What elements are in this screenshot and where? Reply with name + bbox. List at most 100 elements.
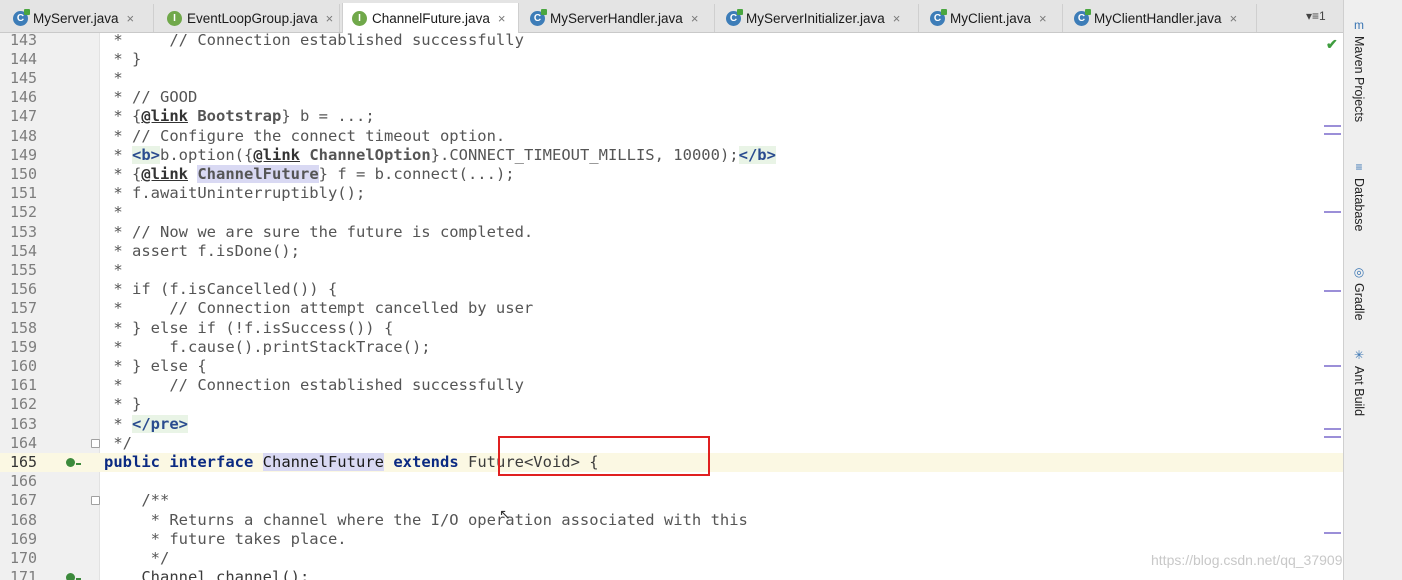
code-line[interactable]: 145 * xyxy=(0,69,1343,88)
fold-toggle-icon[interactable] xyxy=(91,438,100,448)
tab-label: MyServerHandler.java xyxy=(550,10,683,26)
code-line[interactable]: 150 * {@link ChannelFuture} f = b.connec… xyxy=(0,164,1343,184)
scroll-marker xyxy=(1324,365,1341,367)
line-number: 145 xyxy=(10,68,38,87)
code-line[interactable]: 169 * future takes place. xyxy=(0,530,1343,549)
line-number: 157 xyxy=(10,299,38,318)
line-number: 150 xyxy=(10,164,38,183)
close-icon[interactable]: × xyxy=(127,11,135,26)
code-text: * // Configure the connect timeout optio… xyxy=(104,126,506,145)
tool-window-gradle[interactable]: ◎ Gradle xyxy=(1348,265,1370,321)
line-number: 167 xyxy=(10,491,38,510)
interface-icon: I xyxy=(167,10,182,26)
close-icon[interactable]: × xyxy=(1039,11,1047,26)
code-line[interactable]: 171 Channel channel(); xyxy=(0,568,1343,580)
code-text: * f.awaitUninterruptibly(); xyxy=(104,184,366,203)
implemented-marker-icon[interactable] xyxy=(66,573,81,580)
code-text: * } xyxy=(104,49,142,68)
line-number: 147 xyxy=(10,107,38,126)
code-line[interactable]: 147 * {@link Bootstrap} b = ...; xyxy=(0,107,1343,126)
code-editor[interactable]: 143 * // Connection established successf… xyxy=(0,33,1343,580)
code-text: * xyxy=(104,260,123,279)
class-icon: C xyxy=(726,8,743,26)
code-text: Channel channel(); xyxy=(104,568,310,580)
code-text: */ xyxy=(104,548,170,567)
line-number: 163 xyxy=(10,414,38,433)
code-text: * {@link Bootstrap} b = ...; xyxy=(104,107,375,126)
implemented-marker-icon[interactable] xyxy=(66,457,81,467)
line-number: 148 xyxy=(10,126,38,145)
tool-window-label: Ant Build xyxy=(1352,366,1366,417)
code-text: * {@link ChannelFuture} f = b.connect(..… xyxy=(104,164,515,183)
tab-myserverinitializer[interactable]: C MyServerInitializer.java × xyxy=(717,4,919,32)
code-line[interactable]: 158 * } else if (!f.isSuccess()) { xyxy=(0,319,1343,338)
annotation-highlight-box xyxy=(498,436,710,476)
line-number: 160 xyxy=(10,356,38,375)
tool-window-maven-projects[interactable]: m Maven Projects xyxy=(1348,18,1370,122)
code-line[interactable]: 170 */ xyxy=(0,549,1343,568)
code-line[interactable]: 148 * // Configure the connect timeout o… xyxy=(0,127,1343,146)
code-line[interactable]: 152 * xyxy=(0,203,1343,222)
line-number: 171 xyxy=(10,568,38,580)
code-line[interactable]: 157 * // Connection attempt cancelled by… xyxy=(0,299,1343,318)
code-line[interactable]: 163 * </pre> xyxy=(0,414,1343,434)
tab-myserverhandler[interactable]: C MyServerHandler.java × xyxy=(521,4,715,32)
line-number: 151 xyxy=(10,184,38,203)
close-icon[interactable]: × xyxy=(326,11,334,26)
scroll-marker xyxy=(1324,436,1341,438)
code-line[interactable]: 149 * <b>b.option({@link ChannelOption}.… xyxy=(0,145,1343,165)
code-line[interactable]: 162 * } xyxy=(0,395,1343,414)
tool-window-strip: m Maven Projects ≡ Database ◎ Gradle ✳ Ant Buil… xyxy=(1343,0,1402,580)
database-icon: ≡ xyxy=(1355,160,1363,174)
code-line[interactable]: 167 /** xyxy=(0,491,1343,510)
line-number: 165 xyxy=(10,452,38,471)
code-text: * xyxy=(104,203,123,222)
code-line[interactable]: 143 * // Connection established successf… xyxy=(0,33,1343,50)
code-line[interactable]: 155 * xyxy=(0,261,1343,280)
inspection-ok-icon: ✔ xyxy=(1326,36,1338,52)
tab-channelfuture[interactable]: I ChannelFuture.java × xyxy=(342,3,519,33)
editor-tab-bar: C MyServer.java × I EventLoopGroup.java × I Cha… xyxy=(0,0,1343,33)
code-line[interactable]: 161 * // Connection established successf… xyxy=(0,376,1343,395)
code-line[interactable]: 160 * } else { xyxy=(0,357,1343,376)
tool-window-label: Database xyxy=(1352,178,1366,232)
line-number: 159 xyxy=(10,337,38,356)
tool-window-database[interactable]: ≡ Database xyxy=(1348,160,1370,232)
line-number: 161 xyxy=(10,376,38,395)
scroll-marker xyxy=(1324,211,1341,213)
code-line[interactable]: 144 * } xyxy=(0,50,1343,69)
code-line[interactable]: 151 * f.awaitUninterruptibly(); xyxy=(0,184,1343,203)
interface-icon: I xyxy=(352,10,367,26)
code-line[interactable]: 153 * // Now we are sure the future is c… xyxy=(0,223,1343,242)
code-text: * // Connection established successfully xyxy=(104,33,524,49)
tab-eventloopgroup[interactable]: I EventLoopGroup.java × xyxy=(158,4,340,32)
tab-label: EventLoopGroup.java xyxy=(187,10,318,26)
code-text: * assert f.isDone(); xyxy=(104,241,300,260)
code-text: * // Now we are sure the future is compl… xyxy=(104,222,534,241)
line-number: 166 xyxy=(10,472,38,491)
line-number: 156 xyxy=(10,280,38,299)
scroll-marker xyxy=(1324,125,1341,127)
close-icon[interactable]: × xyxy=(1230,11,1238,26)
code-line[interactable]: 146 * // GOOD xyxy=(0,88,1343,107)
close-icon[interactable]: × xyxy=(691,11,699,26)
code-line[interactable]: 154 * assert f.isDone(); xyxy=(0,242,1343,261)
code-text: * // Connection established successfully xyxy=(104,376,524,395)
scroll-marker xyxy=(1324,532,1341,534)
code-text: * } xyxy=(104,395,142,414)
code-text: * f.cause().printStackTrace(); xyxy=(104,337,431,356)
tab-myclienthandler[interactable]: C MyClientHandler.java × xyxy=(1065,4,1257,32)
tab-label: ChannelFuture.java xyxy=(372,10,490,26)
tab-overflow-menu[interactable]: ▾≡1 xyxy=(1306,9,1326,23)
code-line[interactable]: 156 * if (f.isCancelled()) { xyxy=(0,280,1343,299)
tool-window-ant-build[interactable]: ✳ Ant Build xyxy=(1348,348,1370,416)
close-icon[interactable]: × xyxy=(893,11,901,26)
close-icon[interactable]: × xyxy=(498,11,506,26)
scroll-marker xyxy=(1324,290,1341,292)
code-line[interactable]: 159 * f.cause().printStackTrace(); xyxy=(0,338,1343,357)
tab-myclient[interactable]: C MyClient.java × xyxy=(921,4,1063,32)
tab-myserver[interactable]: C MyServer.java × xyxy=(4,4,154,32)
tab-label: MyServerInitializer.java xyxy=(746,10,885,26)
code-line[interactable]: 168 * Returns a channel where the I/O op… xyxy=(0,511,1343,530)
fold-toggle-icon[interactable] xyxy=(91,496,100,506)
